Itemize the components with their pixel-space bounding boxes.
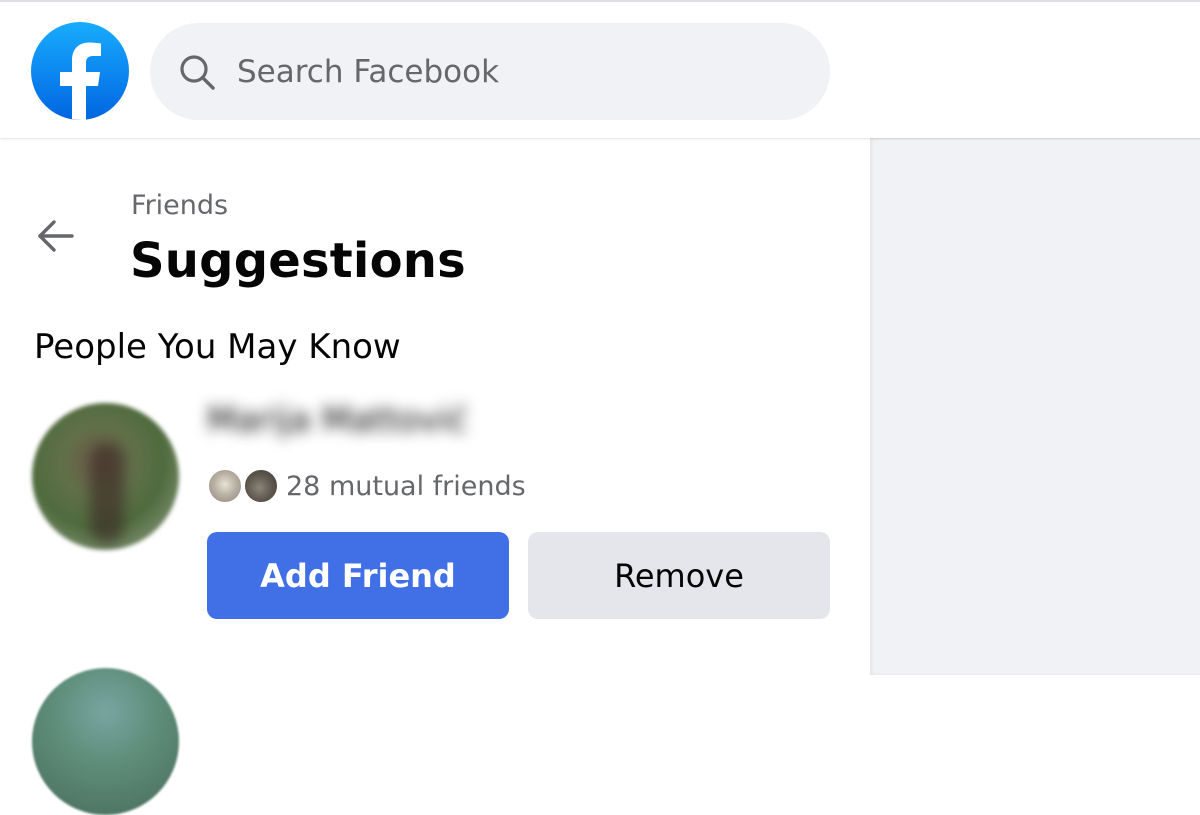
add-friend-button[interactable]: Add Friend	[207, 532, 509, 619]
search-input[interactable]	[237, 44, 797, 100]
suggestion-name[interactable]: Marija Mattović	[207, 400, 469, 450]
facebook-logo-icon[interactable]	[31, 22, 129, 120]
next-suggestion-avatar[interactable]	[32, 668, 179, 815]
avatar[interactable]	[32, 403, 179, 550]
mutual-friend-avatar	[243, 468, 279, 504]
breadcrumb[interactable]: Friends	[131, 190, 228, 221]
section-heading: People You May Know	[34, 327, 401, 367]
arrow-left-icon	[38, 220, 74, 252]
search-icon	[177, 53, 217, 93]
mutual-friends-avatars	[207, 468, 279, 506]
mutual-friend-avatar	[207, 468, 243, 504]
back-button[interactable]	[30, 210, 82, 262]
mutual-friends-count[interactable]: 28 mutual friends	[286, 471, 526, 502]
top-navigation-bar	[0, 0, 1200, 138]
avatar-figure	[90, 443, 124, 543]
main-content-area	[870, 138, 1200, 675]
page-title: Suggestions	[130, 233, 466, 289]
remove-button[interactable]: Remove	[528, 532, 830, 619]
